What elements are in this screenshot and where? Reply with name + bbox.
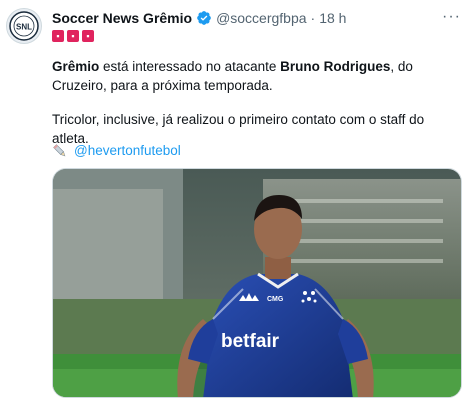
account-name[interactable]: Soccer News Grêmio bbox=[52, 10, 192, 26]
separator: · bbox=[310, 10, 316, 26]
tweet-photo[interactable]: CMG betfair bbox=[52, 168, 462, 398]
tweet-header: Soccer News Grêmio @soccergfbpa · 18 h bbox=[52, 8, 346, 28]
sponsor-logo-text: betfair bbox=[221, 331, 280, 352]
flag-emojis: ▪ ▪ ▪ bbox=[52, 30, 94, 42]
pen-icon bbox=[53, 143, 66, 156]
flag-icon: ▪ bbox=[82, 30, 94, 42]
credit-link[interactable]: @hevertonfutebol bbox=[74, 141, 181, 160]
svg-text:SNL: SNL bbox=[16, 23, 32, 32]
snl-logo-icon: SNL bbox=[9, 11, 39, 41]
more-options-icon[interactable]: ··· bbox=[442, 8, 461, 26]
account-handle[interactable]: @soccergfbpa bbox=[216, 10, 306, 26]
tweet-paragraph-1: Grêmio está interessado no atacante Brun… bbox=[52, 57, 462, 95]
text-segment: está interessado no atacante bbox=[99, 59, 281, 74]
kit-text: CMG bbox=[267, 296, 284, 303]
flag-icon: ▪ bbox=[67, 30, 79, 42]
credit-line: @hevertonfutebol bbox=[52, 141, 181, 160]
flag-icon: ▪ bbox=[52, 30, 64, 42]
timestamp[interactable]: 18 h bbox=[319, 10, 346, 26]
profile-avatar[interactable]: SNL bbox=[6, 8, 42, 44]
tweet-card[interactable]: SNL Soccer News Grêmio @soccergfbpa · 18… bbox=[0, 0, 475, 404]
verified-badge-icon bbox=[196, 10, 212, 26]
bold-player-name: Bruno Rodrigues bbox=[280, 59, 391, 74]
player-photo: CMG betfair bbox=[53, 169, 461, 397]
bold-gremio: Grêmio bbox=[52, 59, 100, 74]
